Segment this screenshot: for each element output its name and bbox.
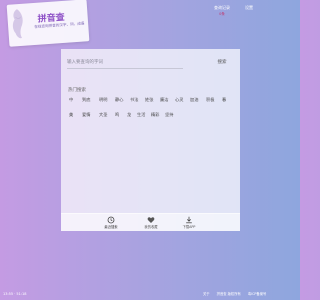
hot-tag[interactable]: 鸣 xyxy=(115,112,119,118)
download-app-button[interactable]: 下载APP xyxy=(178,216,200,231)
download-app-label: 下载APP xyxy=(182,225,196,229)
about-link[interactable]: 关于 xyxy=(203,292,210,296)
hot-tag[interactable]: 积极 xyxy=(206,97,214,103)
hot-tag[interactable]: 春 xyxy=(222,97,226,103)
hot-tag[interactable]: 心灵 xyxy=(175,97,183,103)
hot-tag[interactable]: 静心 xyxy=(115,97,123,103)
hot-tag[interactable]: 廉洁 xyxy=(160,97,168,103)
hot-tag[interactable]: 书法 xyxy=(130,97,138,103)
download-icon xyxy=(186,216,192,224)
hot-tag[interactable]: 生活 xyxy=(137,112,145,118)
copyright-text: 拼音查 版权所有 xyxy=(216,292,241,296)
top-right-nav: 查询记录 0条 设置 xyxy=(209,5,264,21)
search-button[interactable]: 搜索 xyxy=(215,58,229,68)
hot-tag[interactable]: 大圣 xyxy=(99,112,107,118)
settings-link[interactable]: 设置 xyxy=(239,5,259,11)
search-bar: 搜索 xyxy=(65,57,236,69)
hot-tag[interactable]: 到底 xyxy=(82,97,90,103)
hot-tag[interactable]: 姓张 xyxy=(145,97,153,103)
clock-icon xyxy=(107,216,115,224)
hot-tag[interactable]: 龙 xyxy=(127,112,131,118)
heart-icon xyxy=(147,217,155,223)
logo-card[interactable]: 拼音查 在线查询拼音的汉字、词、成语 xyxy=(6,0,90,47)
main-panel: 搜索 热门搜索 中 到底 明明 静心 书法 姓张 廉洁 心灵 加油 积极 春 美… xyxy=(61,49,240,231)
page: { "logo": { "title": "拼音查", "subtitle": … xyxy=(0,0,300,300)
search-input[interactable] xyxy=(67,57,183,69)
footer-links: 关于 拼音查 版权所有 粤ICP备案号 xyxy=(203,292,272,297)
hot-tag[interactable]: 坚持 xyxy=(165,112,173,118)
icp-link[interactable]: 粤ICP备案号 xyxy=(248,292,266,296)
character-logo-icon xyxy=(12,9,23,39)
favorites-button[interactable]: 我的收藏 xyxy=(140,216,162,231)
hot-tag[interactable]: 精彩 xyxy=(151,112,159,118)
bottom-toolbar: 最近搜索 我的收藏 下载APP xyxy=(61,213,240,231)
recent-search-button[interactable]: 最近搜索 xyxy=(100,216,122,231)
footer-left-text: 13:55 · 51:18 xyxy=(3,292,27,296)
recent-search-label: 最近搜索 xyxy=(104,225,118,229)
records-count: 0条 xyxy=(219,12,225,16)
hot-search-title: 热门搜索 xyxy=(68,88,86,93)
records-link[interactable]: 查询记录 xyxy=(209,5,235,11)
hot-tag[interactable]: 加油 xyxy=(190,97,198,103)
hot-tag[interactable]: 美 xyxy=(69,112,73,118)
hot-tag[interactable]: 中 xyxy=(69,97,73,103)
hot-tag[interactable]: 爱情 xyxy=(82,112,90,118)
hot-tag[interactable]: 明明 xyxy=(99,97,107,103)
favorites-label: 我的收藏 xyxy=(144,225,158,229)
